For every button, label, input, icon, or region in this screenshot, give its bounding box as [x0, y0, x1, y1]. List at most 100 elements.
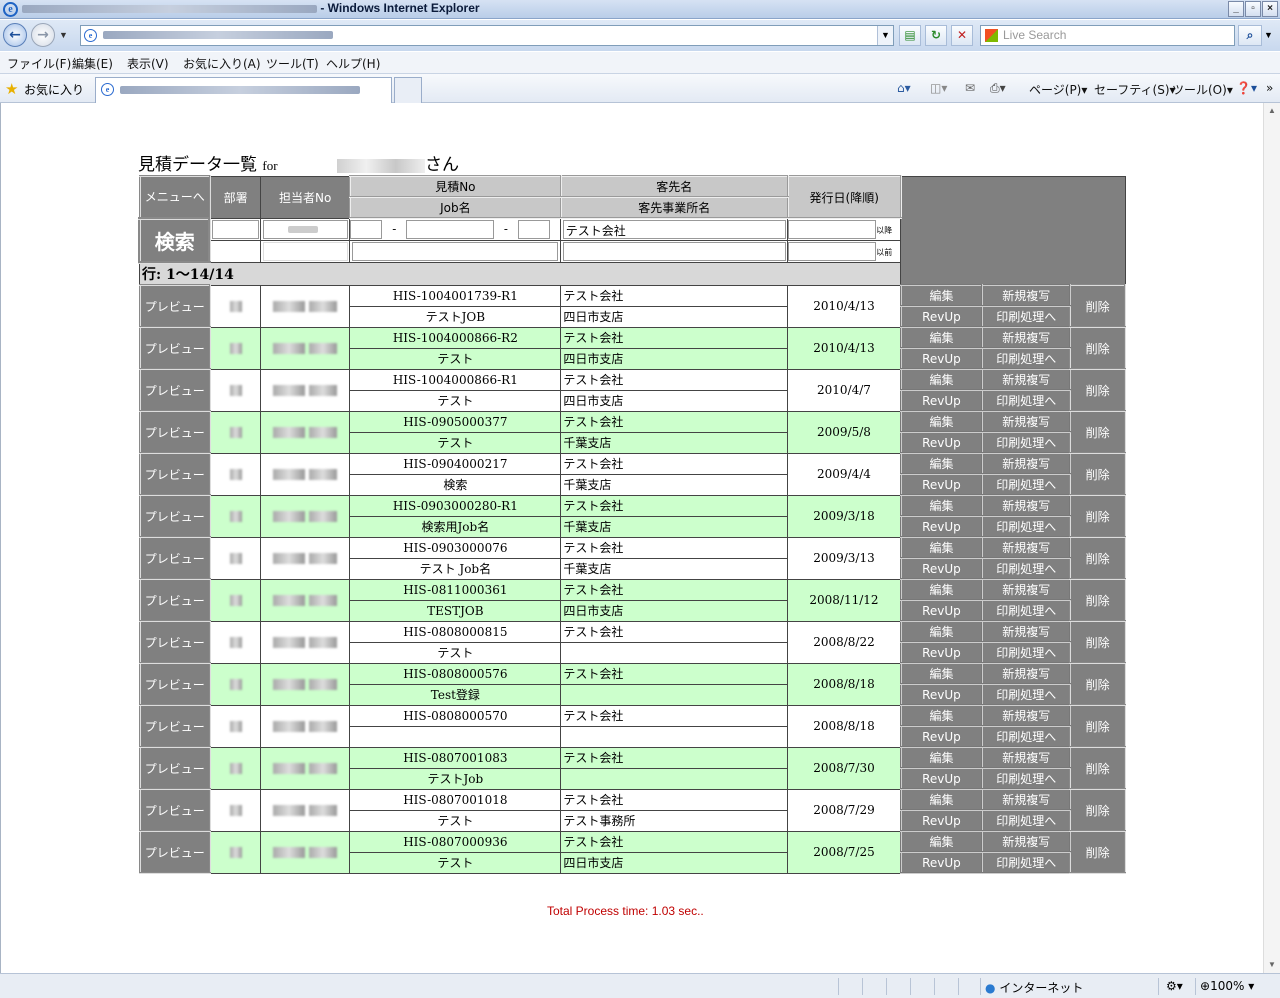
copy-button[interactable]: 新規複写 [981, 620, 1072, 643]
delete-button[interactable]: 削除 [1069, 368, 1126, 412]
print-button[interactable]: 印刷処理へ [981, 725, 1072, 748]
copy-button[interactable]: 新規複写 [981, 452, 1072, 475]
forward-icon[interactable]: → [31, 23, 55, 47]
chevron-icon[interactable]: » [1266, 81, 1273, 95]
protected-mode-icon[interactable]: ⚙▾ [1166, 979, 1183, 993]
delete-button[interactable]: 削除 [1069, 410, 1126, 454]
revup-button[interactable]: RevUp [899, 347, 984, 370]
revup-button[interactable]: RevUp [899, 599, 984, 622]
revup-button[interactable]: RevUp [899, 683, 984, 706]
print-button[interactable]: 印刷処理へ [981, 431, 1072, 454]
copy-button[interactable]: 新規複写 [981, 746, 1072, 769]
preview-button[interactable]: プレビュー [138, 830, 211, 874]
sort-client-office[interactable]: 客先事業所名 [559, 196, 789, 219]
copy-button[interactable]: 新規複写 [981, 284, 1072, 307]
dept-input[interactable] [212, 219, 260, 239]
print-button[interactable]: 印刷処理へ [981, 599, 1072, 622]
delete-button[interactable]: 削除 [1069, 704, 1126, 748]
revup-button[interactable]: RevUp [899, 557, 984, 580]
history-dropdown-icon[interactable]: ▼ [59, 30, 68, 40]
print-button[interactable]: 印刷処理へ [981, 347, 1072, 370]
copy-button[interactable]: 新規複写 [981, 494, 1072, 517]
revup-button[interactable]: RevUp [899, 515, 984, 538]
back-icon[interactable]: ← [3, 23, 27, 47]
preview-button[interactable]: プレビュー [138, 452, 211, 496]
staff-input[interactable] [262, 219, 348, 239]
preview-button[interactable]: プレビュー [138, 746, 211, 790]
sort-job-name[interactable]: Job名 [348, 196, 562, 219]
estimate-no-main-input[interactable] [406, 220, 495, 239]
copy-button[interactable]: 新規複写 [981, 536, 1072, 559]
maximize-button[interactable]: ▫ [1245, 1, 1261, 17]
sort-client[interactable]: 客先名 [559, 175, 789, 198]
print-button[interactable]: 印刷処理へ [981, 683, 1072, 706]
scroll-up-icon[interactable]: ▲ [1264, 103, 1280, 119]
star-icon[interactable]: ★ [5, 80, 18, 98]
minimize-button[interactable]: _ [1228, 1, 1244, 17]
revup-button[interactable]: RevUp [899, 809, 984, 832]
copy-button[interactable]: 新規複写 [981, 326, 1072, 349]
copy-button[interactable]: 新規複写 [981, 578, 1072, 601]
copy-button[interactable]: 新規複写 [981, 410, 1072, 433]
delete-button[interactable]: 削除 [1069, 494, 1126, 538]
edit-button[interactable]: 編集 [899, 368, 984, 391]
print-button[interactable]: 印刷処理へ [981, 809, 1072, 832]
cmd-page[interactable]: ページ(P)▾ [1029, 81, 1087, 98]
menu-edit[interactable]: 編集(E) [72, 55, 113, 72]
revup-button[interactable]: RevUp [899, 851, 984, 874]
revup-button[interactable]: RevUp [899, 641, 984, 664]
print-button[interactable]: 印刷処理へ [981, 473, 1072, 496]
date-from-input[interactable] [788, 220, 877, 239]
search-options-icon[interactable]: ▼ [1264, 30, 1273, 40]
delete-button[interactable]: 削除 [1069, 662, 1126, 706]
preview-button[interactable]: プレビュー [138, 410, 211, 454]
edit-button[interactable]: 編集 [899, 746, 984, 769]
edit-button[interactable]: 編集 [899, 410, 984, 433]
print-button[interactable]: 印刷処理へ [981, 305, 1072, 328]
preview-button[interactable]: プレビュー [138, 368, 211, 412]
feeds-icon[interactable]: ◫▾ [930, 81, 947, 95]
help-icon[interactable]: ❓▾ [1236, 81, 1257, 95]
preview-button[interactable]: プレビュー [138, 536, 211, 580]
print-button[interactable]: 印刷処理へ [981, 641, 1072, 664]
preview-button[interactable]: プレビュー [138, 284, 211, 328]
revup-button[interactable]: RevUp [899, 305, 984, 328]
delete-button[interactable]: 削除 [1069, 578, 1126, 622]
copy-button[interactable]: 新規複写 [981, 830, 1072, 853]
compat-icon[interactable]: ▤ [899, 25, 921, 46]
address-dropdown-icon[interactable]: ▼ [877, 26, 893, 45]
revup-button[interactable]: RevUp [899, 767, 984, 790]
date-to-input[interactable] [788, 242, 877, 261]
print-icon[interactable]: ⎙▾ [990, 81, 1006, 96]
delete-button[interactable]: 削除 [1069, 536, 1126, 580]
vertical-scrollbar[interactable]: ▲ ▼ [1263, 103, 1280, 973]
preview-button[interactable]: プレビュー [138, 578, 211, 622]
scroll-down-icon[interactable]: ▼ [1264, 957, 1280, 973]
edit-button[interactable]: 編集 [899, 452, 984, 475]
edit-button[interactable]: 編集 [899, 536, 984, 559]
edit-button[interactable]: 編集 [899, 830, 984, 853]
refresh-icon[interactable]: ↻ [925, 25, 947, 46]
edit-button[interactable]: 編集 [899, 704, 984, 727]
delete-button[interactable]: 削除 [1069, 620, 1126, 664]
live-search-input[interactable]: Live Search [980, 25, 1235, 46]
print-button[interactable]: 印刷処理へ [981, 767, 1072, 790]
estimate-no-suffix-input[interactable] [517, 220, 550, 239]
edit-button[interactable]: 編集 [899, 284, 984, 307]
revup-button[interactable]: RevUp [899, 473, 984, 496]
sort-issue-date[interactable]: 発行日(降順) [786, 175, 902, 219]
print-button[interactable]: 印刷処理へ [981, 515, 1072, 538]
delete-button[interactable]: 削除 [1069, 452, 1126, 496]
preview-button[interactable]: プレビュー [138, 704, 211, 748]
client-search-input[interactable]: テスト会社 [562, 220, 786, 239]
menu-favorites[interactable]: お気に入り(A) [183, 55, 261, 72]
copy-button[interactable]: 新規複写 [981, 368, 1072, 391]
preview-button[interactable]: プレビュー [138, 662, 211, 706]
preview-button[interactable]: プレビュー [138, 788, 211, 832]
print-button[interactable]: 印刷処理へ [981, 557, 1072, 580]
menu-tools[interactable]: ツール(T) [266, 55, 319, 72]
stop-icon[interactable]: ✕ [951, 25, 973, 46]
print-button[interactable]: 印刷処理へ [981, 851, 1072, 874]
edit-button[interactable]: 編集 [899, 788, 984, 811]
search-icon[interactable]: ⌕ [1238, 25, 1262, 46]
